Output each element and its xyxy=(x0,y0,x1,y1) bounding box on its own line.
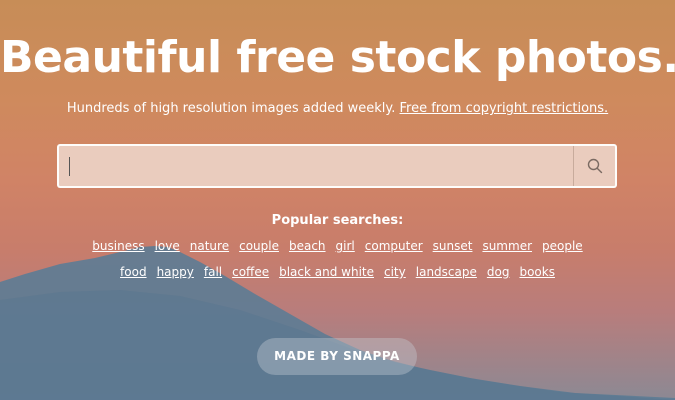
tag-link[interactable]: black and white xyxy=(279,265,374,279)
popular-searches-heading: Popular searches: xyxy=(271,213,404,228)
tag-link[interactable]: landscape xyxy=(416,265,477,279)
popular-tags-row-2: food happy fall coffee black and white c… xyxy=(0,265,675,279)
search-box xyxy=(57,144,617,188)
tag-link[interactable]: beach xyxy=(289,239,326,253)
tag-link[interactable]: girl xyxy=(336,239,355,253)
tag-link[interactable]: couple xyxy=(239,239,279,253)
tag-link[interactable]: happy xyxy=(157,265,194,279)
tag-link[interactable]: sunset xyxy=(433,239,473,253)
tag-link[interactable]: dog xyxy=(487,265,510,279)
search-icon xyxy=(587,158,602,174)
tag-link[interactable]: food xyxy=(120,265,147,279)
tag-link[interactable]: city xyxy=(384,265,406,279)
tag-link[interactable]: books xyxy=(519,265,555,279)
search-input[interactable] xyxy=(59,146,571,186)
tag-link[interactable]: summer xyxy=(482,239,532,253)
tag-link[interactable]: nature xyxy=(190,239,229,253)
tag-link[interactable]: love xyxy=(155,239,180,253)
tag-link[interactable]: fall xyxy=(204,265,222,279)
tag-link[interactable]: computer xyxy=(365,239,423,253)
copyright-link[interactable]: Free from copyright restrictions. xyxy=(400,101,609,116)
page-title: Beautiful free stock photos. xyxy=(0,32,675,83)
search-button[interactable] xyxy=(574,146,615,186)
popular-tags-row-1: business love nature couple beach girl c… xyxy=(0,239,675,253)
tag-link[interactable]: coffee xyxy=(232,265,269,279)
text-caret xyxy=(69,157,70,176)
tag-link[interactable]: people xyxy=(542,239,583,253)
tag-link[interactable]: business xyxy=(92,239,144,253)
subtitle: Hundreds of high resolution images added… xyxy=(0,101,675,117)
made-by-snappa-button[interactable]: MADE BY SNAPPA xyxy=(257,338,417,375)
subtitle-text: Hundreds of high resolution images added… xyxy=(66,101,396,116)
hero-background: Beautiful free stock photos. Hundreds of… xyxy=(0,0,675,400)
